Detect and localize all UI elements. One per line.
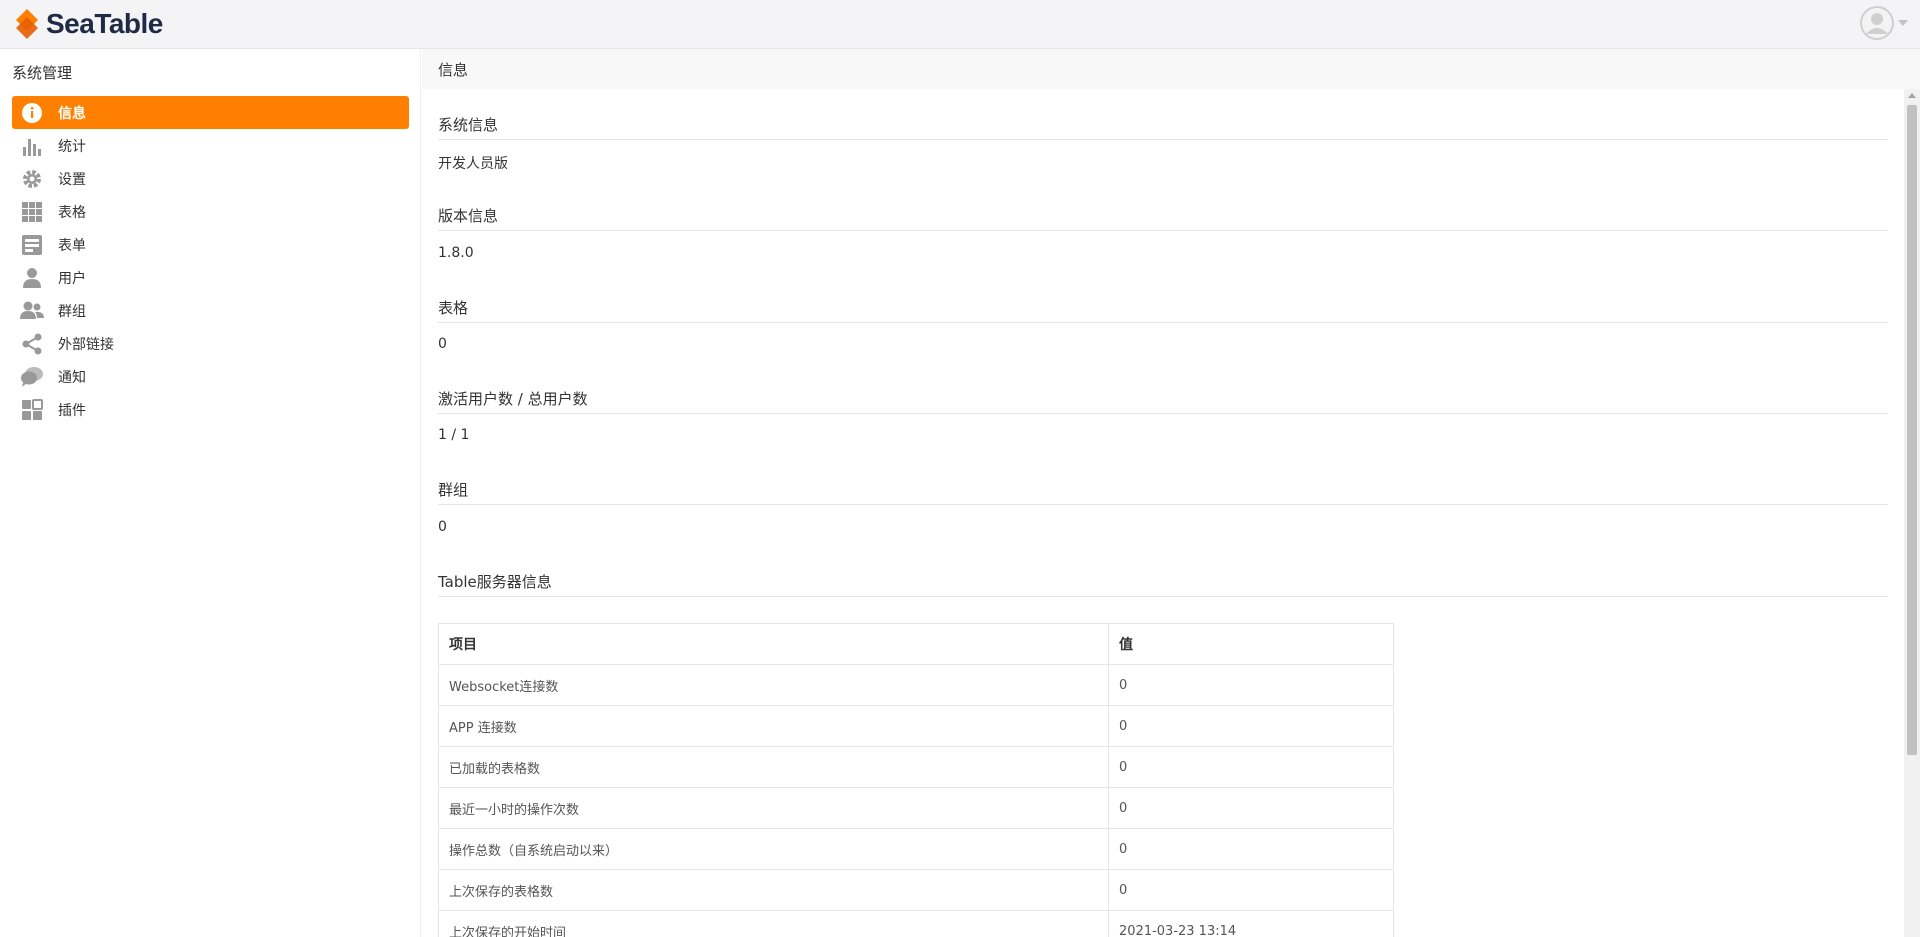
section-title-tables: 表格 [438,297,1888,323]
table-cell-value: 0 [1108,705,1394,747]
section-value-tables: 0 [438,336,447,352]
avatar[interactable] [1860,6,1894,40]
logo-text: SeaTable [46,8,163,39]
seatable-logo-icon [16,9,38,39]
group-icon [20,299,44,323]
scroll-up-arrow-icon[interactable] [1908,93,1916,98]
gear-icon [20,167,44,191]
sidebar-item-users[interactable]: 用户 [12,261,409,294]
main-header: 信息 [422,49,1920,89]
sidebar-item-label: 设置 [58,171,86,188]
section-value-system-info: 开发人员版 [438,156,508,172]
table-cell-item: 最近一小时的操作次数 [438,787,1109,829]
table-cell-item: 已加载的表格数 [438,746,1109,788]
table-cell-value: 0 [1108,746,1394,788]
sidebar-item-plugins[interactable]: 插件 [12,393,409,426]
info-icon [20,101,44,125]
seatable-logo[interactable]: SeaTable [14,7,163,41]
sidebar-item-label: 统计 [58,138,86,155]
scroll-thumb[interactable] [1907,105,1917,755]
section-value-version: 1.8.0 [438,245,474,261]
user-icon [20,266,44,290]
page-title: 信息 [438,61,469,79]
share-icon [20,332,44,356]
section-title-server-info: Table服务器信息 [438,571,1888,597]
table-cell-item: 上次保存的开始时间 [438,910,1109,937]
sidebar-item-label: 外部链接 [58,336,114,353]
sidebar-item-notifications[interactable]: 通知 [12,360,409,393]
sidebar-item-forms[interactable]: 表单 [12,228,409,261]
section-title-system-info: 系统信息 [438,114,1888,140]
section-value-groups: 0 [438,519,447,535]
main-scrollbar[interactable] [1904,89,1920,937]
table-cell-item: 上次保存的表格数 [438,869,1109,911]
table-row: 已加载的表格数 0 [438,746,1394,788]
grid-icon [20,200,44,224]
section-value-users: 1 / 1 [438,427,470,443]
table-header-value: 值 [1108,623,1394,665]
table-row: Websocket连接数 0 [438,664,1394,706]
table-header-item: 项目 [438,623,1109,665]
sidebar-item-statistics[interactable]: 统计 [12,129,409,162]
table-cell-item: APP 连接数 [438,705,1109,747]
table-cell-item: 操作总数（自系统启动以来） [438,828,1109,870]
table-cell-value: 0 [1108,828,1394,870]
chevron-down-icon[interactable] [1898,20,1908,26]
table-header-row: 项目 值 [438,623,1394,665]
table-cell-value: 0 [1108,787,1394,829]
sidebar-nav: 信息 统计 设置 表格 表单 用户 群组 外部链接 通知 插件 [12,96,409,426]
table-row: 上次保存的表格数 0 [438,869,1394,911]
sidebar-item-label: 表格 [58,204,86,221]
form-icon [20,233,44,257]
sidebar-item-external-links[interactable]: 外部链接 [12,327,409,360]
sidebar-item-label: 插件 [58,402,86,419]
section-title-version: 版本信息 [438,205,1888,231]
sidebar-item-groups[interactable]: 群组 [12,294,409,327]
sidebar-item-settings[interactable]: 设置 [12,162,409,195]
table-row: 上次保存的开始时间 2021-03-23 13:14 [438,910,1394,937]
sidebar: 系统管理 信息 统计 设置 表格 表单 用户 群组 外部链接 通知 插件 [0,49,421,937]
sidebar-item-label: 群组 [58,303,86,320]
plugins-icon [20,398,44,422]
table-row: 操作总数（自系统启动以来） 0 [438,828,1394,870]
sidebar-title: 系统管理 [12,64,73,82]
avatar-person-icon [1860,6,1894,40]
sidebar-item-info[interactable]: 信息 [12,96,409,129]
sidebar-item-label: 信息 [58,105,86,122]
bar-chart-icon [20,134,44,158]
user-menu[interactable] [1860,6,1908,40]
table-cell-value: 0 [1108,664,1394,706]
table-cell-value: 2021-03-23 13:14 [1108,910,1394,937]
sidebar-item-label: 用户 [58,270,86,287]
table-cell-item: Websocket连接数 [438,664,1109,706]
top-bar: SeaTable [0,0,1920,49]
section-title-users: 激活用户数 / 总用户数 [438,388,1888,414]
table-row: APP 连接数 0 [438,705,1394,747]
sidebar-item-tables[interactable]: 表格 [12,195,409,228]
sidebar-item-label: 表单 [58,237,86,254]
main-panel: 信息 系统信息 开发人员版 版本信息 1.8.0 表格 0 激活用户数 / 总用… [422,49,1920,937]
sidebar-item-label: 通知 [58,369,86,386]
server-info-table: 项目 值 Websocket连接数 0 APP 连接数 0 已加载的表格数 0 [438,623,1394,937]
table-row: 最近一小时的操作次数 0 [438,787,1394,829]
section-title-groups: 群组 [438,479,1888,505]
chat-bubbles-icon [20,365,44,389]
table-cell-value: 0 [1108,869,1394,911]
